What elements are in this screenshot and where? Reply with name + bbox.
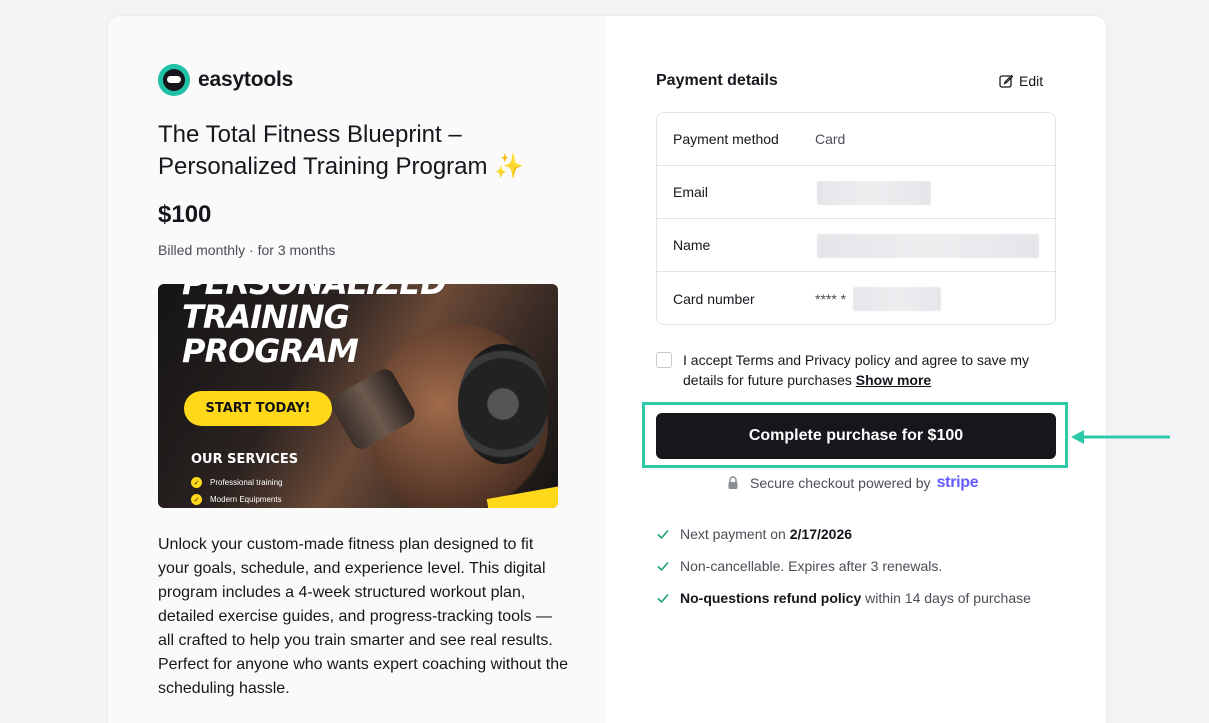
- check-icon: [657, 529, 669, 540]
- redacted-card-digits: [853, 287, 941, 311]
- detail-row-payment-method: Payment method Card: [657, 113, 1055, 166]
- weight-plate: [458, 344, 548, 464]
- payment-details-table: Payment method Card Email Name Card numb…: [656, 112, 1056, 325]
- promo-service-label: Professional training: [210, 478, 283, 487]
- product-description: Unlock your custom-made fitness plan des…: [158, 536, 569, 697]
- show-more-link[interactable]: Show more: [856, 372, 931, 388]
- detail-value: **** *: [815, 290, 847, 307]
- edit-button[interactable]: Edit: [998, 73, 1043, 89]
- promo-cta: START TODAY!: [184, 391, 332, 426]
- product-title-text: The Total Fitness Blueprint – Personaliz…: [158, 121, 488, 180]
- edit-icon: [999, 74, 1014, 88]
- complete-purchase-button[interactable]: Complete purchase for $100: [656, 413, 1056, 459]
- check-circle-icon: ✓: [191, 477, 202, 488]
- checkout-card: easytools The Total Fitness Blueprint – …: [108, 16, 1106, 723]
- detail-row-email: Email: [657, 166, 1055, 219]
- detail-row-name: Name: [657, 219, 1055, 272]
- payment-details-title: Payment details: [656, 72, 778, 89]
- refund-policy-bold: No-questions refund policy: [680, 590, 862, 606]
- product-price: $100: [158, 201, 212, 228]
- stripe-logo: stripe: [936, 474, 979, 491]
- billing-info: Billed monthly · for 3 months: [158, 242, 336, 258]
- purchase-terms: Next payment on 2/17/2026 Non-cancellabl…: [656, 518, 1031, 614]
- terms-item: Non-cancellable. Expires after 3 renewal…: [656, 550, 1031, 582]
- promo-service-label: Modern Equipments: [210, 495, 282, 504]
- detail-label: Payment method: [673, 131, 779, 147]
- detail-label: Card number: [673, 290, 755, 307]
- consent-checkbox[interactable]: [656, 352, 672, 368]
- product-image: PERSONALIZED TRAINING PROGRAM START TODA…: [158, 284, 558, 508]
- check-circle-icon: ✓: [191, 494, 202, 505]
- next-payment-label: Next payment on: [680, 526, 786, 542]
- terms-item: No-questions refund policy within 14 day…: [656, 582, 1031, 614]
- refund-policy-text: within 14 days of purchase: [865, 590, 1031, 606]
- promo-heading-2: TRAINING: [182, 298, 350, 336]
- arrow-left-icon: [1071, 430, 1170, 444]
- product-panel: easytools The Total Fitness Blueprint – …: [108, 16, 606, 723]
- terms-item: Next payment on 2/17/2026: [656, 518, 1031, 550]
- consent-text: I accept Terms and Privacy policy and ag…: [683, 350, 1056, 390]
- promo-services-title: OUR SERVICES: [191, 452, 299, 467]
- check-icon: [657, 561, 669, 572]
- promo-heading-3: PROGRAM: [182, 332, 359, 370]
- renewals-text: Non-cancellable. Expires after 3 renewal…: [680, 558, 943, 574]
- promo-service-item: ✓ Modern Equipments: [191, 494, 282, 505]
- secure-checkout: Secure checkout powered by stripe: [726, 474, 979, 492]
- brand: easytools: [158, 64, 293, 96]
- edit-label: Edit: [1019, 73, 1044, 89]
- brand-name: easytools: [198, 68, 294, 91]
- secure-text: Secure checkout powered by: [750, 475, 931, 491]
- detail-label: Email: [673, 184, 709, 200]
- check-icon: [657, 593, 669, 604]
- next-payment-date: 2/17/2026: [789, 526, 853, 542]
- redacted-email: [817, 181, 931, 205]
- payment-panel: Payment details Edit Payment method Card…: [606, 16, 1106, 723]
- detail-label: Name: [673, 237, 711, 253]
- product-title: The Total Fitness Blueprint – Personaliz…: [158, 119, 578, 183]
- consent: I accept Terms and Privacy policy and ag…: [656, 350, 1056, 390]
- redacted-name: [817, 234, 1039, 258]
- detail-value: Card: [815, 131, 846, 147]
- sloth-logo-icon: [158, 64, 190, 96]
- sparkle-icon: ✨: [494, 153, 525, 180]
- promo-service-item: ✓ Professional training: [191, 477, 282, 488]
- detail-row-card-number: Card number **** *: [657, 272, 1055, 325]
- lock-icon: [728, 476, 738, 489]
